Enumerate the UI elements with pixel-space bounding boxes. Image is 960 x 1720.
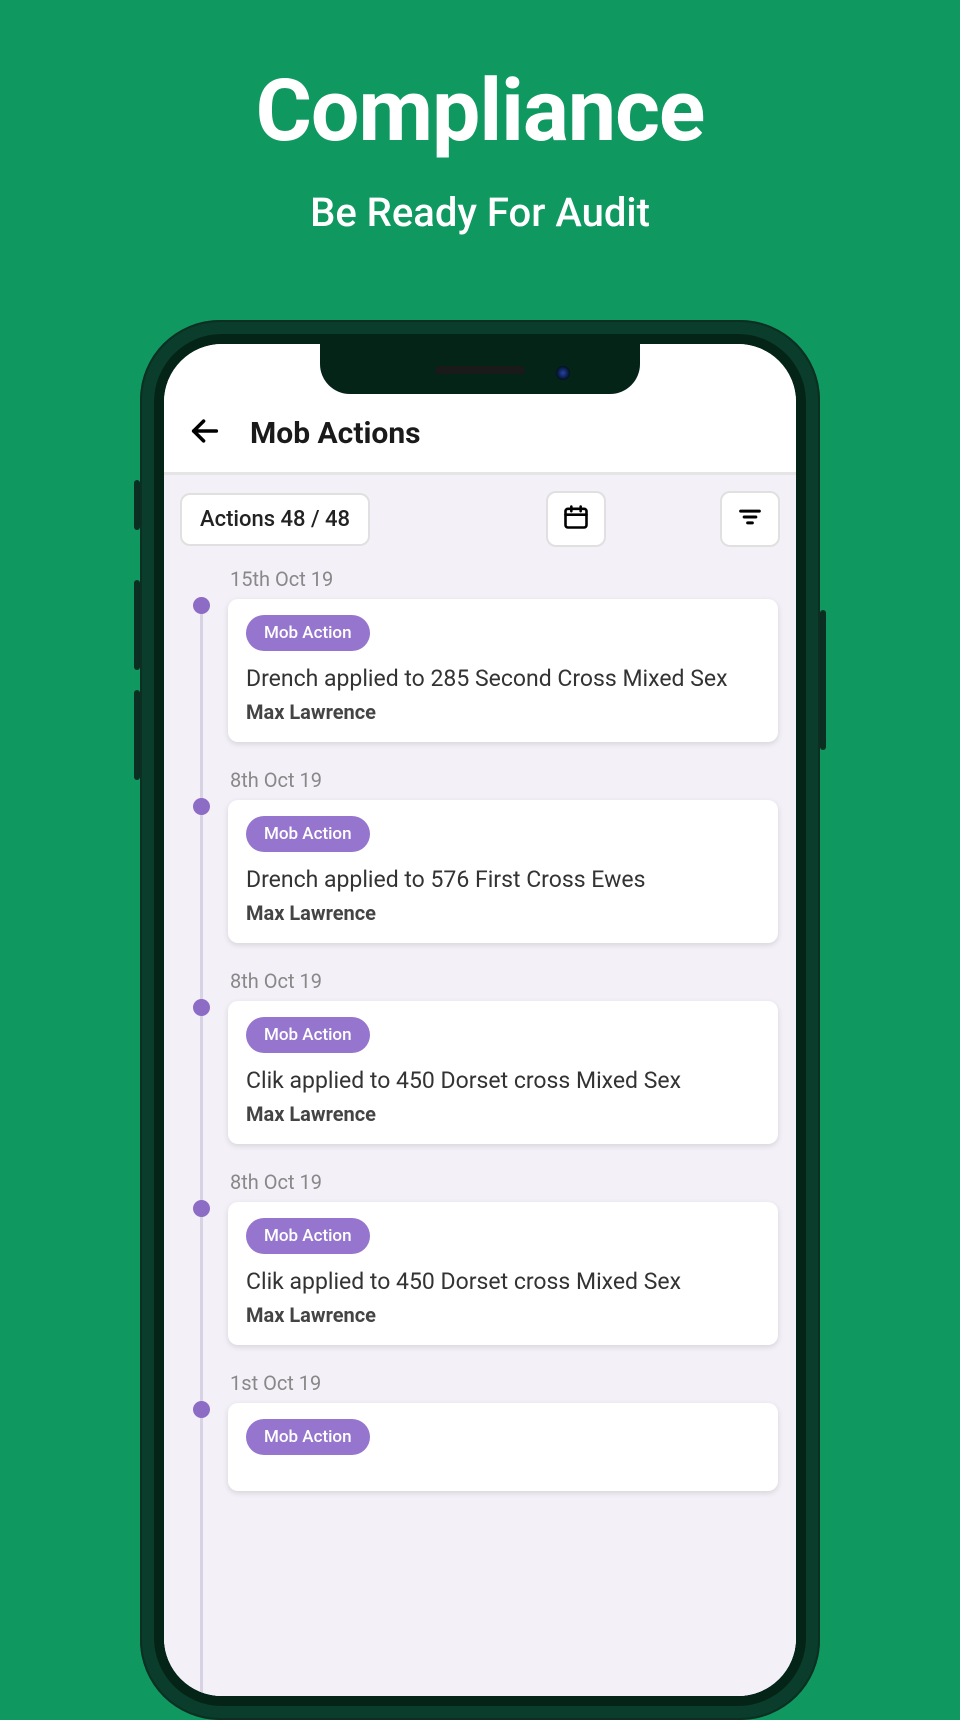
entry-type-pill: Mob Action (246, 615, 370, 651)
phone-side-button (820, 610, 826, 750)
entry-author: Max Lawrence (246, 901, 760, 925)
entry-type-pill: Mob Action (246, 816, 370, 852)
entry-description: Clik applied to 450 Dorset cross Mixed S… (246, 1065, 760, 1096)
timeline-entry[interactable]: 8th Oct 19 Mob Action Drench applied to … (200, 760, 796, 961)
timeline-dot (193, 1401, 210, 1418)
phone-side-button (134, 480, 140, 530)
page-title: Mob Actions (250, 416, 421, 451)
back-arrow-icon[interactable] (188, 414, 222, 452)
entry-description: Clik applied to 450 Dorset cross Mixed S… (246, 1266, 760, 1297)
timeline-dot (193, 798, 210, 815)
calendar-button[interactable] (546, 491, 606, 547)
toolbar: Actions 48 / 48 (164, 475, 796, 559)
entry-type-pill: Mob Action (246, 1017, 370, 1053)
timeline-dot (193, 999, 210, 1016)
entry-card[interactable]: Mob Action (228, 1403, 778, 1491)
entry-card[interactable]: Mob Action Clik applied to 450 Dorset cr… (228, 1001, 778, 1144)
entry-author: Max Lawrence (246, 700, 760, 724)
timeline-entry[interactable]: 15th Oct 19 Mob Action Drench applied to… (200, 559, 796, 760)
actions-counter-chip[interactable]: Actions 48 / 48 (180, 493, 370, 546)
entry-type-pill: Mob Action (246, 1218, 370, 1254)
phone-notch (320, 344, 640, 394)
hero-subtitle: Be Ready For Audit (0, 189, 960, 236)
entry-card[interactable]: Mob Action Drench applied to 285 Second … (228, 599, 778, 742)
timeline-dot (193, 1200, 210, 1217)
timeline-entry[interactable]: 1st Oct 19 Mob Action (200, 1363, 796, 1509)
entry-type-pill: Mob Action (246, 1419, 370, 1455)
entry-description: Drench applied to 285 Second Cross Mixed… (246, 663, 760, 694)
filter-button[interactable] (720, 491, 780, 547)
hero-banner: Compliance Be Ready For Audit (0, 0, 960, 236)
timeline-entry[interactable]: 8th Oct 19 Mob Action Clik applied to 45… (200, 961, 796, 1162)
phone-side-button (134, 580, 140, 670)
entry-card[interactable]: Mob Action Drench applied to 576 First C… (228, 800, 778, 943)
entry-date: 8th Oct 19 (230, 768, 778, 792)
phone-frame: Mob Actions Actions 48 / 48 (140, 320, 820, 1720)
entry-date: 8th Oct 19 (230, 1170, 778, 1194)
entry-date: 8th Oct 19 (230, 969, 778, 993)
timeline-dot (193, 597, 210, 614)
entry-date: 1st Oct 19 (230, 1371, 778, 1395)
entry-description: Drench applied to 576 First Cross Ewes (246, 864, 760, 895)
entry-author: Max Lawrence (246, 1303, 760, 1327)
phone-side-button (134, 690, 140, 780)
timeline-entry[interactable]: 8th Oct 19 Mob Action Clik applied to 45… (200, 1162, 796, 1363)
entry-card[interactable]: Mob Action Clik applied to 450 Dorset cr… (228, 1202, 778, 1345)
timeline[interactable]: 15th Oct 19 Mob Action Drench applied to… (164, 559, 796, 1696)
hero-title: Compliance (0, 60, 960, 161)
calendar-icon (562, 503, 590, 535)
filter-icon (736, 503, 764, 535)
entry-author: Max Lawrence (246, 1102, 760, 1126)
entry-date: 15th Oct 19 (230, 567, 778, 591)
